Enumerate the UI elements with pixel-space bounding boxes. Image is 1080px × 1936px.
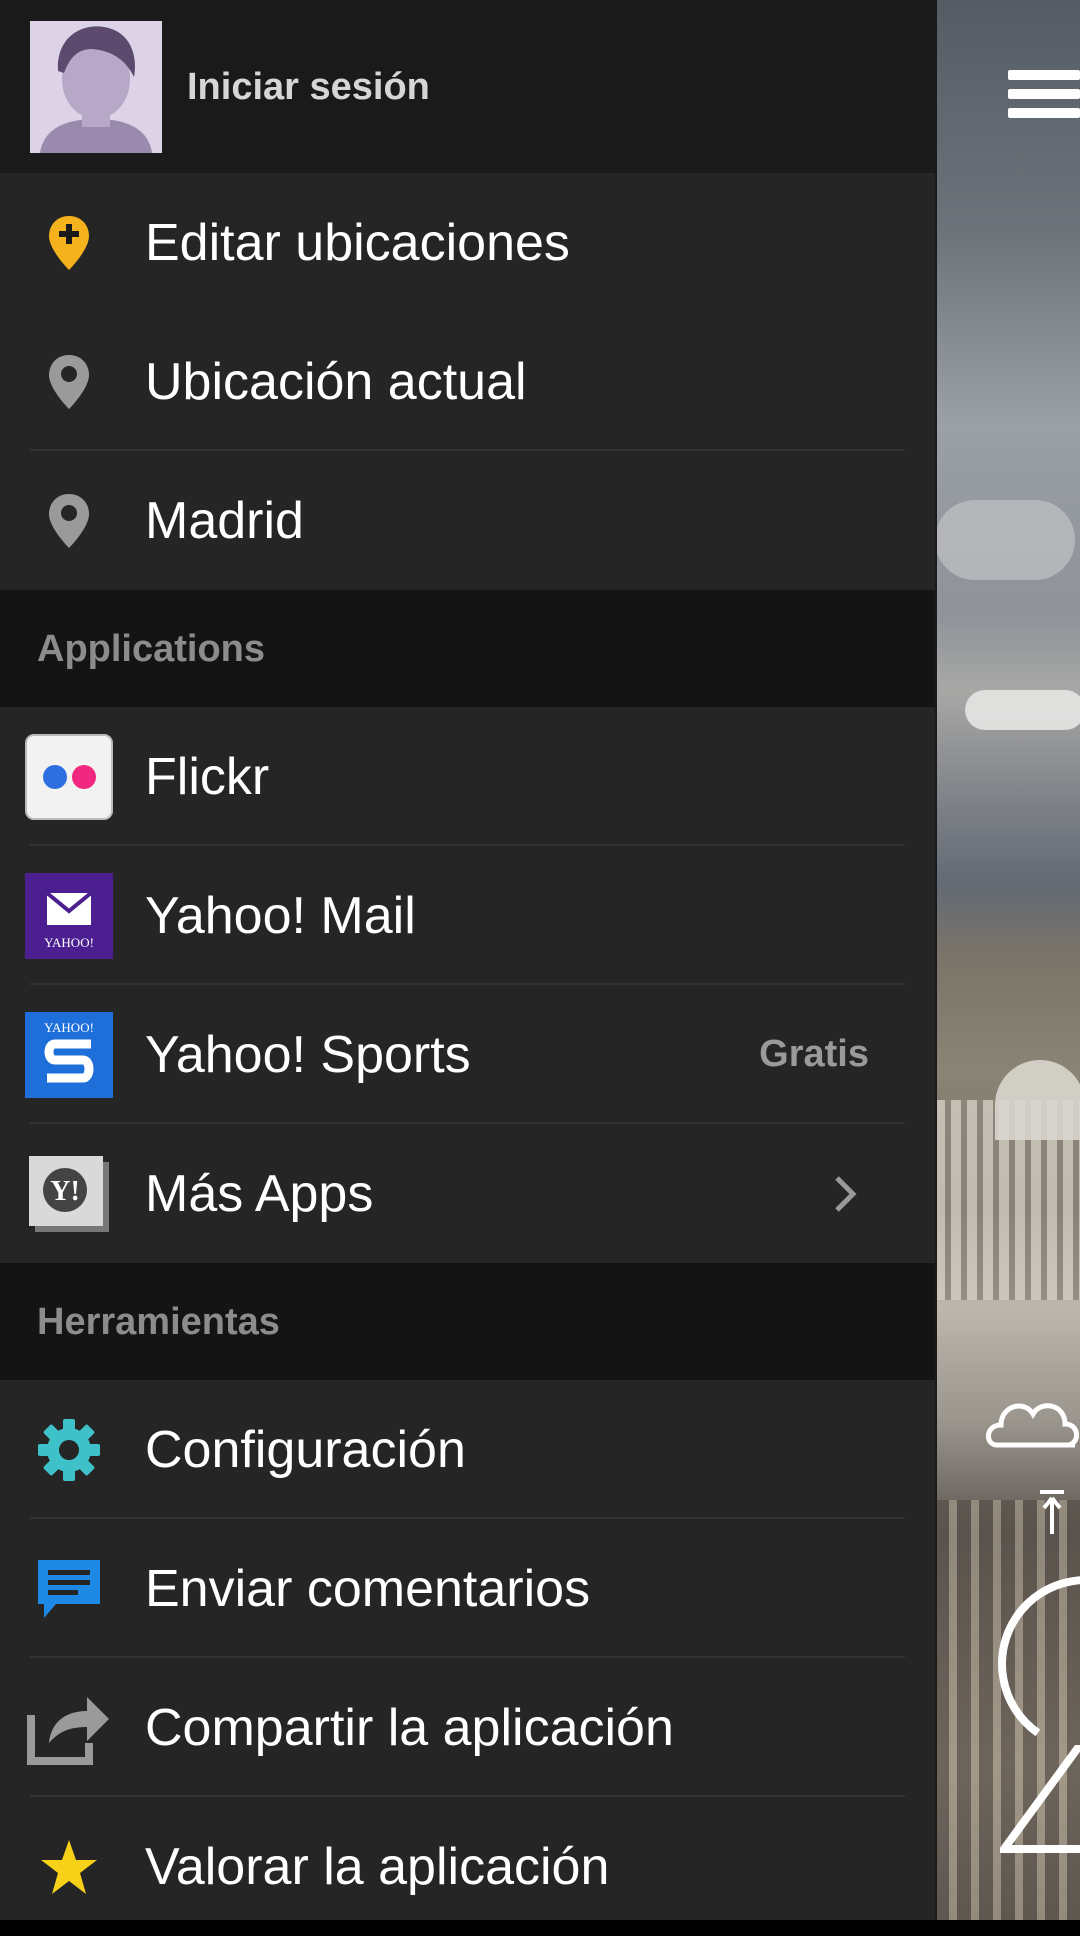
yahoo-sports-item[interactable]: YAHOO! Yahoo! Sports Gratis — [0, 985, 935, 1124]
location-item-madrid[interactable]: Madrid — [0, 451, 935, 590]
svg-text:YAHOO!: YAHOO! — [44, 1020, 94, 1035]
flickr-icon — [24, 732, 114, 822]
send-feedback-label: Enviar comentarios — [145, 1559, 591, 1618]
applications-header-label: Applications — [37, 628, 266, 670]
share-icon — [24, 1683, 114, 1773]
feedback-icon — [24, 1544, 114, 1634]
svg-text:YAHOO!: YAHOO! — [44, 935, 94, 950]
tools-section-header: Herramientas — [0, 1263, 935, 1380]
cloud-icon — [986, 1403, 1079, 1448]
edit-locations-label: Editar ubicaciones — [145, 213, 570, 272]
current-location-label: Ubicación actual — [145, 352, 527, 411]
add-location-icon — [24, 198, 114, 288]
yahoo-mail-item[interactable]: YAHOO! Yahoo! Mail — [0, 846, 935, 985]
rate-app-item[interactable]: Valorar la aplicación — [0, 1797, 935, 1936]
flickr-label: Flickr — [145, 747, 270, 806]
settings-label: Configuración — [145, 1420, 466, 1479]
more-apps-item[interactable]: Y! Más Apps — [0, 1124, 935, 1263]
drawer-header[interactable]: Iniciar sesión — [0, 0, 935, 173]
yahoo-mail-label: Yahoo! Mail — [145, 886, 416, 945]
madrid-label: Madrid — [145, 491, 304, 550]
star-icon — [24, 1822, 114, 1912]
chevron-right-icon — [835, 1175, 857, 1212]
gear-icon — [24, 1405, 114, 1495]
avatar-icon — [30, 21, 162, 153]
location-pin-icon — [24, 476, 114, 566]
svg-text:Y!: Y! — [50, 1176, 80, 1207]
navigation-drawer: Iniciar sesión Editar ubicaciones Ubicac… — [0, 0, 937, 1920]
send-feedback-item[interactable]: Enviar comentarios — [0, 1519, 935, 1658]
hamburger-menu-icon[interactable] — [1008, 70, 1080, 128]
triangle-shape — [1000, 1745, 1080, 1853]
free-badge: Gratis — [759, 1033, 869, 1075]
upload-icon — [1040, 1490, 1064, 1534]
settings-item[interactable]: Configuración — [0, 1380, 935, 1519]
share-app-item[interactable]: Compartir la aplicación — [0, 1658, 935, 1797]
current-location-item[interactable]: Ubicación actual — [0, 312, 935, 451]
yahoo-sports-label: Yahoo! Sports — [145, 1025, 471, 1084]
location-pin-icon — [24, 337, 114, 427]
share-app-label: Compartir la aplicación — [145, 1698, 674, 1757]
flickr-item[interactable]: Flickr — [0, 707, 935, 846]
applications-section-header: Applications — [0, 590, 935, 707]
yahoo-sports-icon: YAHOO! — [24, 1010, 114, 1100]
rate-app-label: Valorar la aplicación — [145, 1837, 610, 1896]
avatar[interactable] — [30, 21, 162, 153]
edit-locations-item[interactable]: Editar ubicaciones — [0, 173, 935, 312]
yahoo-mail-icon: YAHOO! — [24, 871, 114, 961]
more-apps-icon: Y! — [24, 1149, 114, 1239]
more-apps-label: Más Apps — [145, 1164, 374, 1223]
tools-header-label: Herramientas — [37, 1301, 280, 1343]
sign-in-label[interactable]: Iniciar sesión — [187, 66, 430, 109]
